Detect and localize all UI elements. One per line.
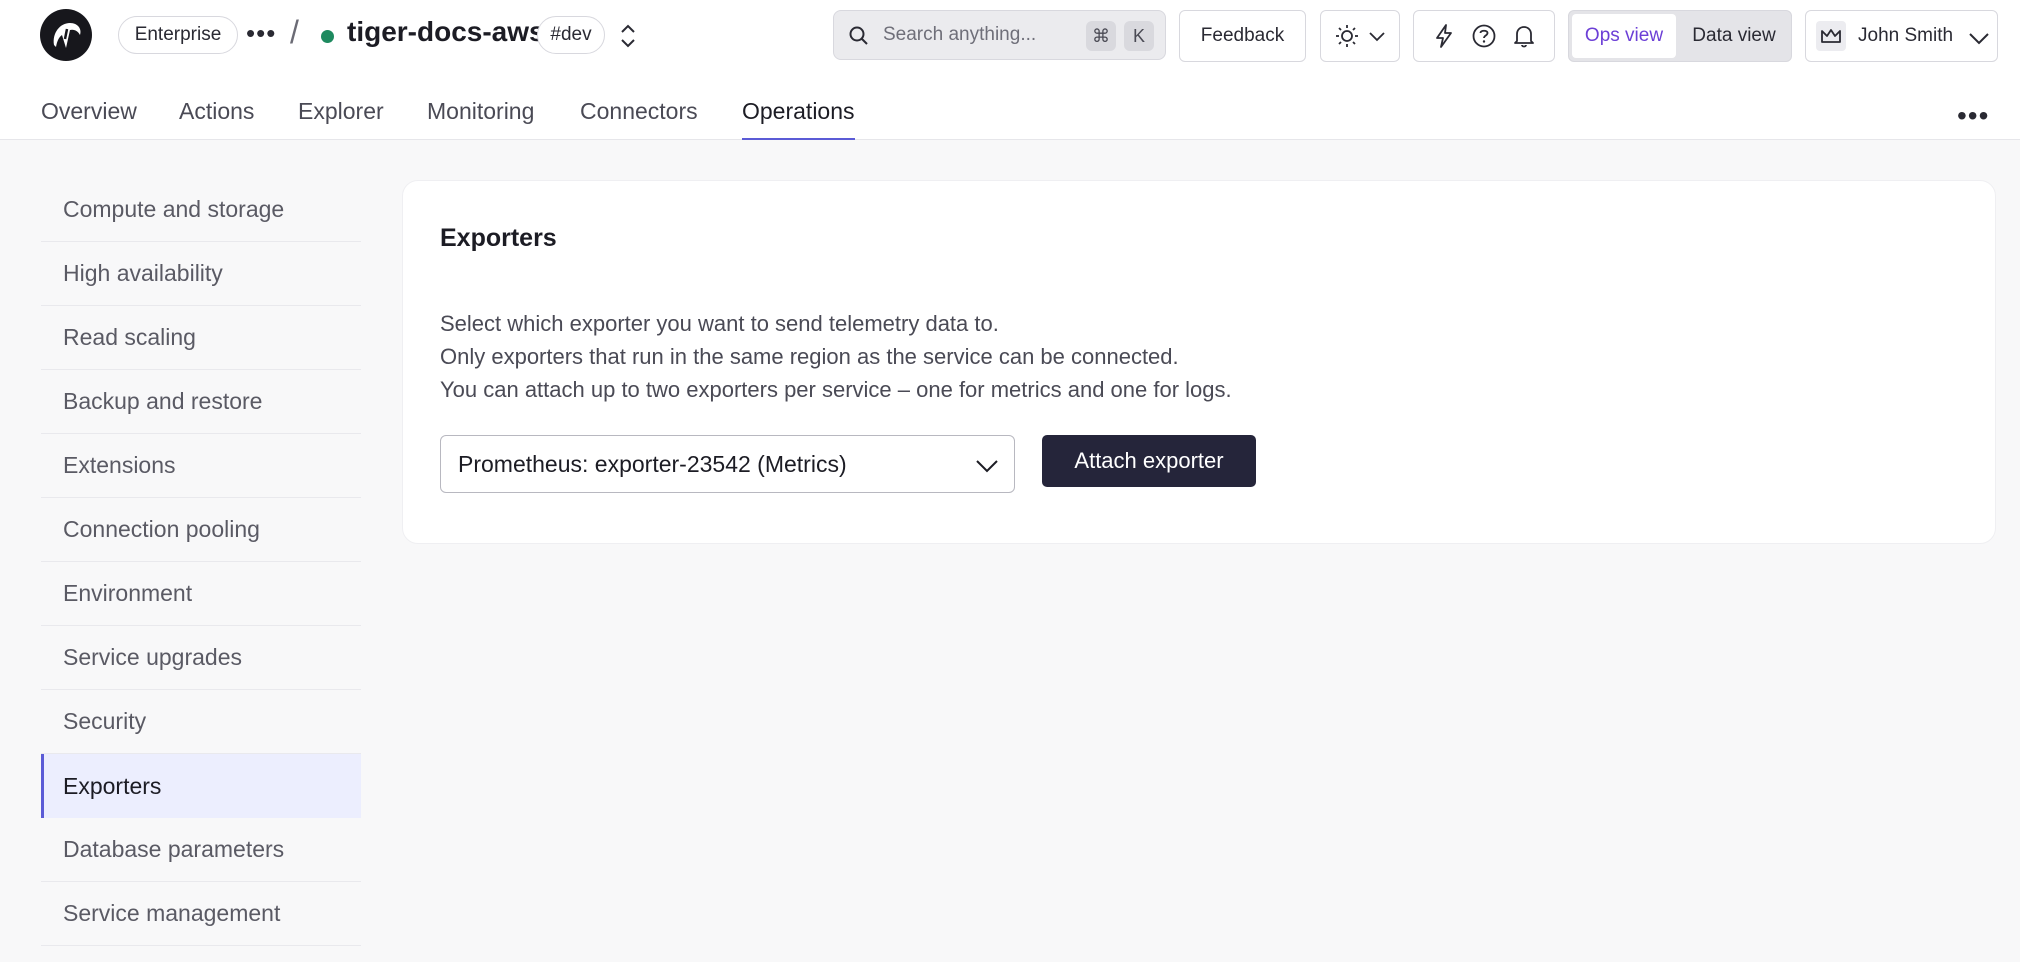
sidebar-item-environment[interactable]: Environment (41, 562, 361, 626)
sidebar-item-database-parameters[interactable]: Database parameters (41, 818, 361, 882)
operations-sidebar: Compute and storage High availability Re… (41, 178, 361, 946)
env-badge[interactable]: #dev (537, 16, 605, 54)
data-view-option[interactable]: Data view (1679, 14, 1789, 58)
user-menu[interactable]: John Smith (1805, 10, 1998, 62)
sidebar-item-service-management[interactable]: Service management (41, 882, 361, 946)
description-line-1: Select which exporter you want to send t… (440, 311, 999, 336)
lightning-icon[interactable] (1432, 23, 1456, 49)
sidebar-item-backup-and-restore[interactable]: Backup and restore (41, 370, 361, 434)
feedback-button[interactable]: Feedback (1179, 10, 1306, 62)
sidebar-item-service-upgrades[interactable]: Service upgrades (41, 626, 361, 690)
chevron-down-icon (1369, 32, 1385, 42)
ops-view-option[interactable]: Ops view (1572, 14, 1676, 58)
attach-exporter-button[interactable]: Attach exporter (1042, 435, 1256, 487)
view-toggle: Ops view Data view (1568, 10, 1792, 62)
user-name: John Smith (1858, 25, 1954, 46)
tiger-logo-icon[interactable] (40, 9, 92, 61)
chevron-down-icon (976, 460, 998, 473)
main-tabs: Overview Actions Explorer Monitoring Con… (0, 70, 2020, 140)
sun-icon (1336, 25, 1358, 47)
tab-actions[interactable]: Actions (179, 98, 254, 140)
header-icon-group (1413, 10, 1555, 62)
tab-monitoring[interactable]: Monitoring (427, 98, 534, 140)
top-bar: Enterprise ••• / tiger-docs-aws #dev Sea… (0, 0, 2020, 70)
sidebar-item-read-scaling[interactable]: Read scaling (41, 306, 361, 370)
shortcut-command-key: ⌘ (1086, 21, 1116, 51)
exporter-select-value: Prometheus: exporter-23542 (Metrics) (458, 451, 847, 477)
sidebar-item-compute-and-storage[interactable]: Compute and storage (41, 178, 361, 242)
sidebar-item-high-availability[interactable]: High availability (41, 242, 361, 306)
bell-icon[interactable] (1512, 23, 1536, 49)
org-badge[interactable]: Enterprise (118, 16, 238, 54)
crown-icon (1816, 21, 1846, 51)
breadcrumb-separator: / (290, 14, 299, 50)
sidebar-item-security[interactable]: Security (41, 690, 361, 754)
shortcut-k-key: K (1124, 21, 1154, 51)
exporter-select[interactable]: Prometheus: exporter-23542 (Metrics) (440, 435, 1015, 493)
theme-toggle-button[interactable] (1320, 10, 1400, 62)
sidebar-item-connection-pooling[interactable]: Connection pooling (41, 498, 361, 562)
tab-operations[interactable]: Operations (742, 98, 855, 140)
more-options-icon[interactable]: ••• (1957, 100, 1989, 132)
sidebar-item-exporters[interactable]: Exporters (41, 754, 361, 818)
tab-explorer[interactable]: Explorer (298, 98, 384, 140)
service-name[interactable]: tiger-docs-aws (347, 16, 545, 48)
search-placeholder: Search anything... (883, 24, 1037, 45)
search-bar[interactable]: Search anything... ⌘ K (833, 10, 1166, 60)
service-switcher-icon[interactable] (618, 22, 638, 50)
tab-overview[interactable]: Overview (41, 98, 137, 140)
tab-connectors[interactable]: Connectors (580, 98, 698, 140)
more-orgs-icon[interactable]: ••• (246, 18, 276, 49)
search-icon (849, 26, 868, 45)
page-title: Exporters (440, 224, 557, 252)
exporters-card: Exporters Select which exporter you want… (402, 180, 1996, 544)
description-line-3: You can attach up to two exporters per s… (440, 377, 1232, 402)
description-line-2: Only exporters that run in the same regi… (440, 344, 1179, 369)
service-status-dot (321, 30, 334, 43)
help-icon[interactable] (1471, 23, 1497, 49)
chevron-down-icon (1969, 33, 1989, 45)
sidebar-item-extensions[interactable]: Extensions (41, 434, 361, 498)
